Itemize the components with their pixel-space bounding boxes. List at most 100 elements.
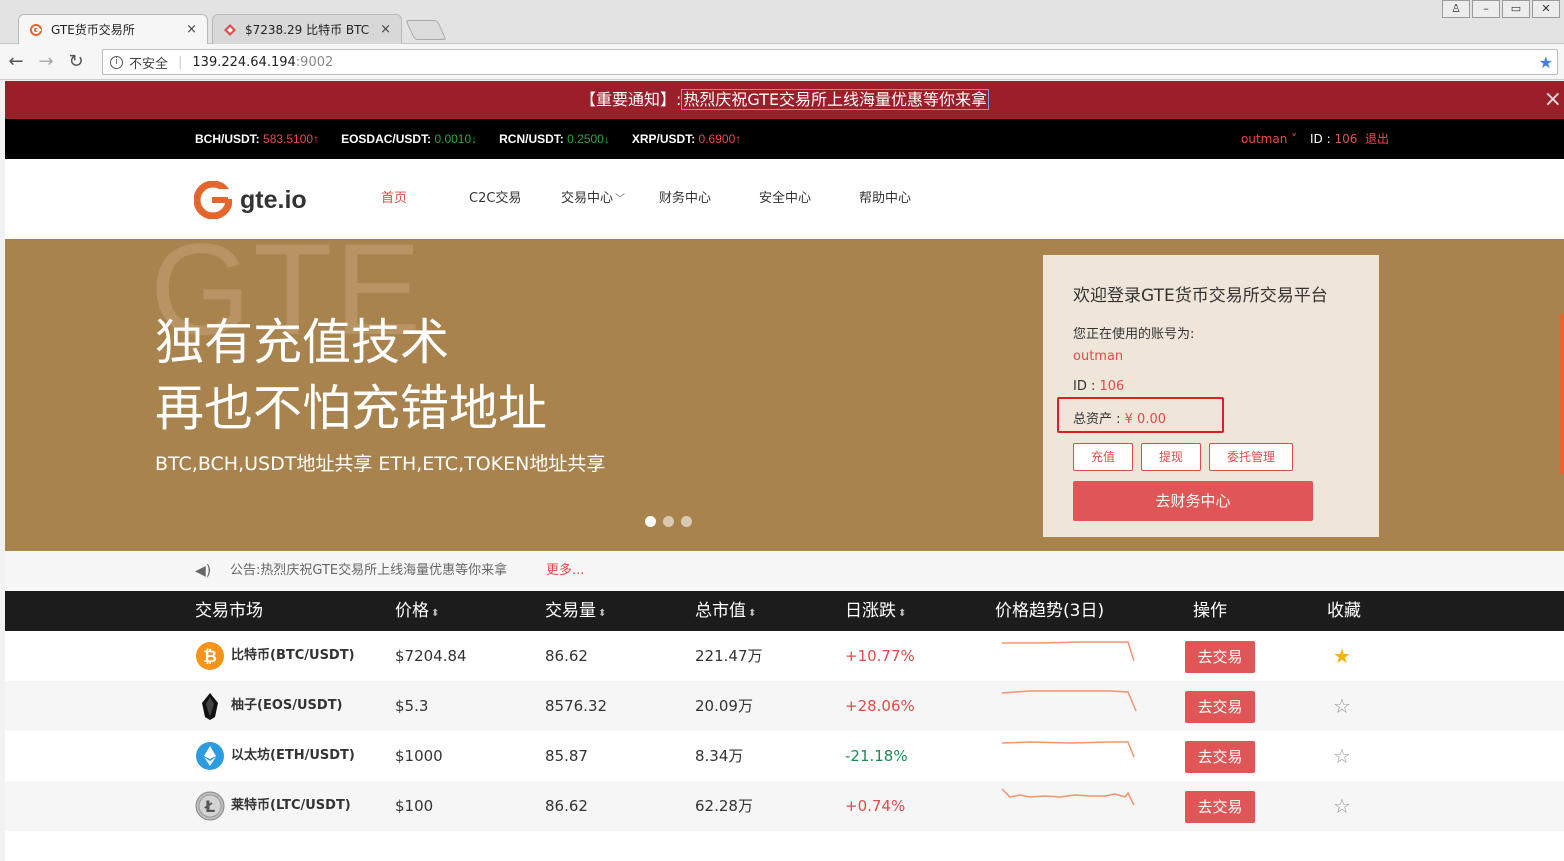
trade-button[interactable]: 去交易 — [1185, 741, 1255, 773]
trade-button[interactable]: 去交易 — [1185, 641, 1255, 673]
ticker-pair[interactable]: RCN/USDT: 0.2500↓ — [499, 119, 610, 159]
tab-btc-price[interactable]: $7238.29 比特币 BTC 对 × — [212, 14, 402, 44]
announcement-more-link[interactable]: 更多... — [546, 551, 584, 591]
bitcoin-icon: ₿ — [196, 642, 224, 670]
notice-link[interactable]: 热烈庆祝GTE交易所上线海量优惠等你来拿 — [681, 89, 990, 110]
back-icon[interactable]: ← — [2, 51, 30, 72]
notice-close-icon[interactable]: × — [1544, 81, 1562, 119]
nav-home[interactable]: 首页 — [381, 159, 469, 239]
minimize-icon[interactable]: – — [1472, 0, 1500, 18]
window-controls: ♙ – ▭ ✕ — [1440, 0, 1560, 18]
ticker-pair[interactable]: XRP/USDT: 0.6900↑ — [632, 119, 741, 159]
account-id: ID : 106 — [1073, 379, 1124, 394]
ticker-pair[interactable]: EOSDAC/USDT: 0.0010↓ — [341, 119, 477, 159]
pair-name: RCN/USDT: — [499, 132, 564, 146]
col-cap[interactable]: 总市值 ⬍ — [695, 591, 756, 634]
col-change-label: 日涨跌 — [845, 601, 896, 621]
pair-name: EOSDAC/USDT: — [341, 132, 432, 146]
pair-name: BCH/USDT: — [195, 132, 260, 146]
id-value: 106 — [1099, 379, 1125, 394]
ethereum-icon — [196, 742, 224, 770]
withdraw-button[interactable]: 提现 — [1141, 443, 1201, 471]
trade-button[interactable]: 去交易 — [1185, 691, 1255, 723]
col-volume[interactable]: 交易量 ⬍ — [545, 591, 606, 634]
favorite-star-icon[interactable]: ★ — [1333, 631, 1351, 681]
change-cell: +0.74% — [845, 797, 906, 815]
logo[interactable]: gte.io — [194, 181, 307, 219]
col-action: 操作 — [1193, 601, 1227, 621]
announcement-bar: ◀) 公告:热烈庆祝GTE交易所上线海量优惠等你来拿 更多... — [5, 551, 1564, 591]
tab-close-icon[interactable]: × — [186, 22, 197, 37]
carousel-dot[interactable] — [681, 516, 692, 527]
profile-icon[interactable]: ♙ — [1442, 0, 1470, 18]
sort-icon: ⬍ — [598, 608, 607, 619]
col-price[interactable]: 价格 ⬍ — [395, 591, 439, 634]
svg-text:₿: ₿ — [203, 647, 217, 667]
tab-close-icon[interactable]: × — [380, 22, 391, 37]
price-ticker: BCH/USDT: 583.5100↑ EOSDAC/USDT: 0.0010↓… — [5, 119, 1564, 159]
col-change[interactable]: 日涨跌 ⬍ — [845, 591, 906, 634]
ticker-pair[interactable]: BCH/USDT: 583.5100↑ — [195, 119, 319, 159]
nav-links: 首页 C2C交易 交易中心 ﹀ 财务中心 安全中心 帮助中心 — [381, 159, 959, 239]
price-trend-sparkline — [1001, 741, 1135, 758]
market-table-header: 交易市场 价格 ⬍ 交易量 ⬍ 总市值 ⬍ 日涨跌 ⬍ 价格趋势(3日) 操作 收藏 — [5, 591, 1564, 631]
order-management-button[interactable]: 委托管理 — [1209, 443, 1293, 471]
carousel-dot[interactable] — [645, 516, 656, 527]
chevron-down-icon: ﹀ — [615, 194, 626, 205]
favorite-star-icon[interactable]: ☆ — [1333, 681, 1351, 731]
forward-icon[interactable]: → — [32, 51, 60, 72]
browser-tabstrip: GTE货币交易所 × $7238.29 比特币 BTC 对 × ♙ – ▭ ✕ — [0, 0, 1564, 44]
url-host: 139.224.64.194 — [192, 54, 296, 70]
asset-value: ¥ 0.00 — [1124, 412, 1167, 427]
gte-logo-icon — [194, 181, 232, 219]
nav-finance[interactable]: 财务中心 — [659, 159, 759, 239]
table-row[interactable]: 以太坊(ETH/USDT) $1000 85.87 8.34万 -21.18% … — [5, 731, 1564, 781]
trade-button[interactable]: 去交易 — [1185, 791, 1255, 823]
logout-link[interactable]: 退出 — [1365, 119, 1389, 159]
table-row[interactable]: Ł 莱特币(LTC/USDT) $100 86.62 62.28万 +0.74%… — [5, 781, 1564, 831]
nav-c2c[interactable]: C2C交易 — [469, 159, 561, 239]
speaker-icon: ◀) — [195, 563, 212, 579]
window-close-icon[interactable]: ✕ — [1532, 0, 1560, 18]
id-value: 106 — [1334, 132, 1358, 146]
coin-name: 莱特币(LTC/USDT) — [231, 798, 351, 813]
side-widget-edge[interactable] — [1560, 314, 1564, 474]
market-table: 交易市场 价格 ⬍ 交易量 ⬍ 总市值 ⬍ 日涨跌 ⬍ 价格趋势(3日) 操作 收藏 ₿… — [5, 591, 1564, 861]
sort-icon: ⬍ — [898, 608, 907, 619]
bookmark-star-icon[interactable]: ★ — [1539, 53, 1553, 72]
favorite-star-icon[interactable]: ☆ — [1333, 781, 1351, 831]
table-row[interactable]: 柚子(EOS/USDT) $5.3 8576.32 20.09万 +28.06%… — [5, 681, 1564, 731]
price-trend-sparkline — [1002, 641, 1135, 662]
cap-cell: 8.34万 — [695, 747, 744, 765]
notice-prefix: 【重要通知】: — [579, 90, 682, 109]
address-bar[interactable]: i 不安全 | 139.224.64.194:9002 ★ — [102, 49, 1558, 75]
pair-value: 583.5100↑ — [263, 132, 320, 146]
important-notice-bar: 【重要通知】: 热烈庆祝GTE交易所上线海量优惠等你来拿 × — [5, 81, 1564, 119]
maximize-icon[interactable]: ▭ — [1502, 0, 1530, 18]
deposit-button[interactable]: 充值 — [1073, 443, 1133, 471]
announcement-text[interactable]: 公告:热烈庆祝GTE交易所上线海量优惠等你来拿 — [230, 551, 507, 591]
user-menu[interactable]: outman ˅ — [1241, 119, 1297, 159]
total-assets-highlight: 总资产 : ¥ 0.00 — [1057, 397, 1224, 433]
price-trend-sparkline — [1001, 690, 1137, 712]
go-finance-center-button[interactable]: 去财务中心 — [1073, 481, 1313, 521]
col-market: 交易市场 — [195, 601, 263, 621]
new-tab-button[interactable] — [405, 20, 447, 40]
volume-cell: 85.87 — [545, 747, 588, 765]
table-row[interactable]: ₿ 比特币(BTC/USDT) $7204.84 86.62 221.47万 +… — [5, 631, 1564, 681]
cap-cell: 62.28万 — [695, 797, 753, 815]
coin-cell: ₿ 比特币(BTC/USDT) — [195, 631, 355, 681]
url-port: :9002 — [295, 54, 334, 70]
logo-text: gte.io — [240, 185, 307, 214]
favorite-star-icon[interactable]: ☆ — [1333, 731, 1351, 781]
tab-gte[interactable]: GTE货币交易所 × — [18, 14, 208, 44]
nav-help[interactable]: 帮助中心 — [859, 159, 959, 239]
nav-security[interactable]: 安全中心 — [759, 159, 859, 239]
price-cell: $7204.84 — [395, 647, 467, 665]
carousel-dot[interactable] — [663, 516, 674, 527]
id-label: ID : — [1310, 132, 1331, 146]
price-cell: $100 — [395, 797, 434, 815]
info-icon[interactable]: i — [110, 55, 123, 69]
nav-trade-center[interactable]: 交易中心 ﹀ — [561, 159, 625, 239]
reload-icon[interactable]: ↻ — [62, 51, 90, 72]
